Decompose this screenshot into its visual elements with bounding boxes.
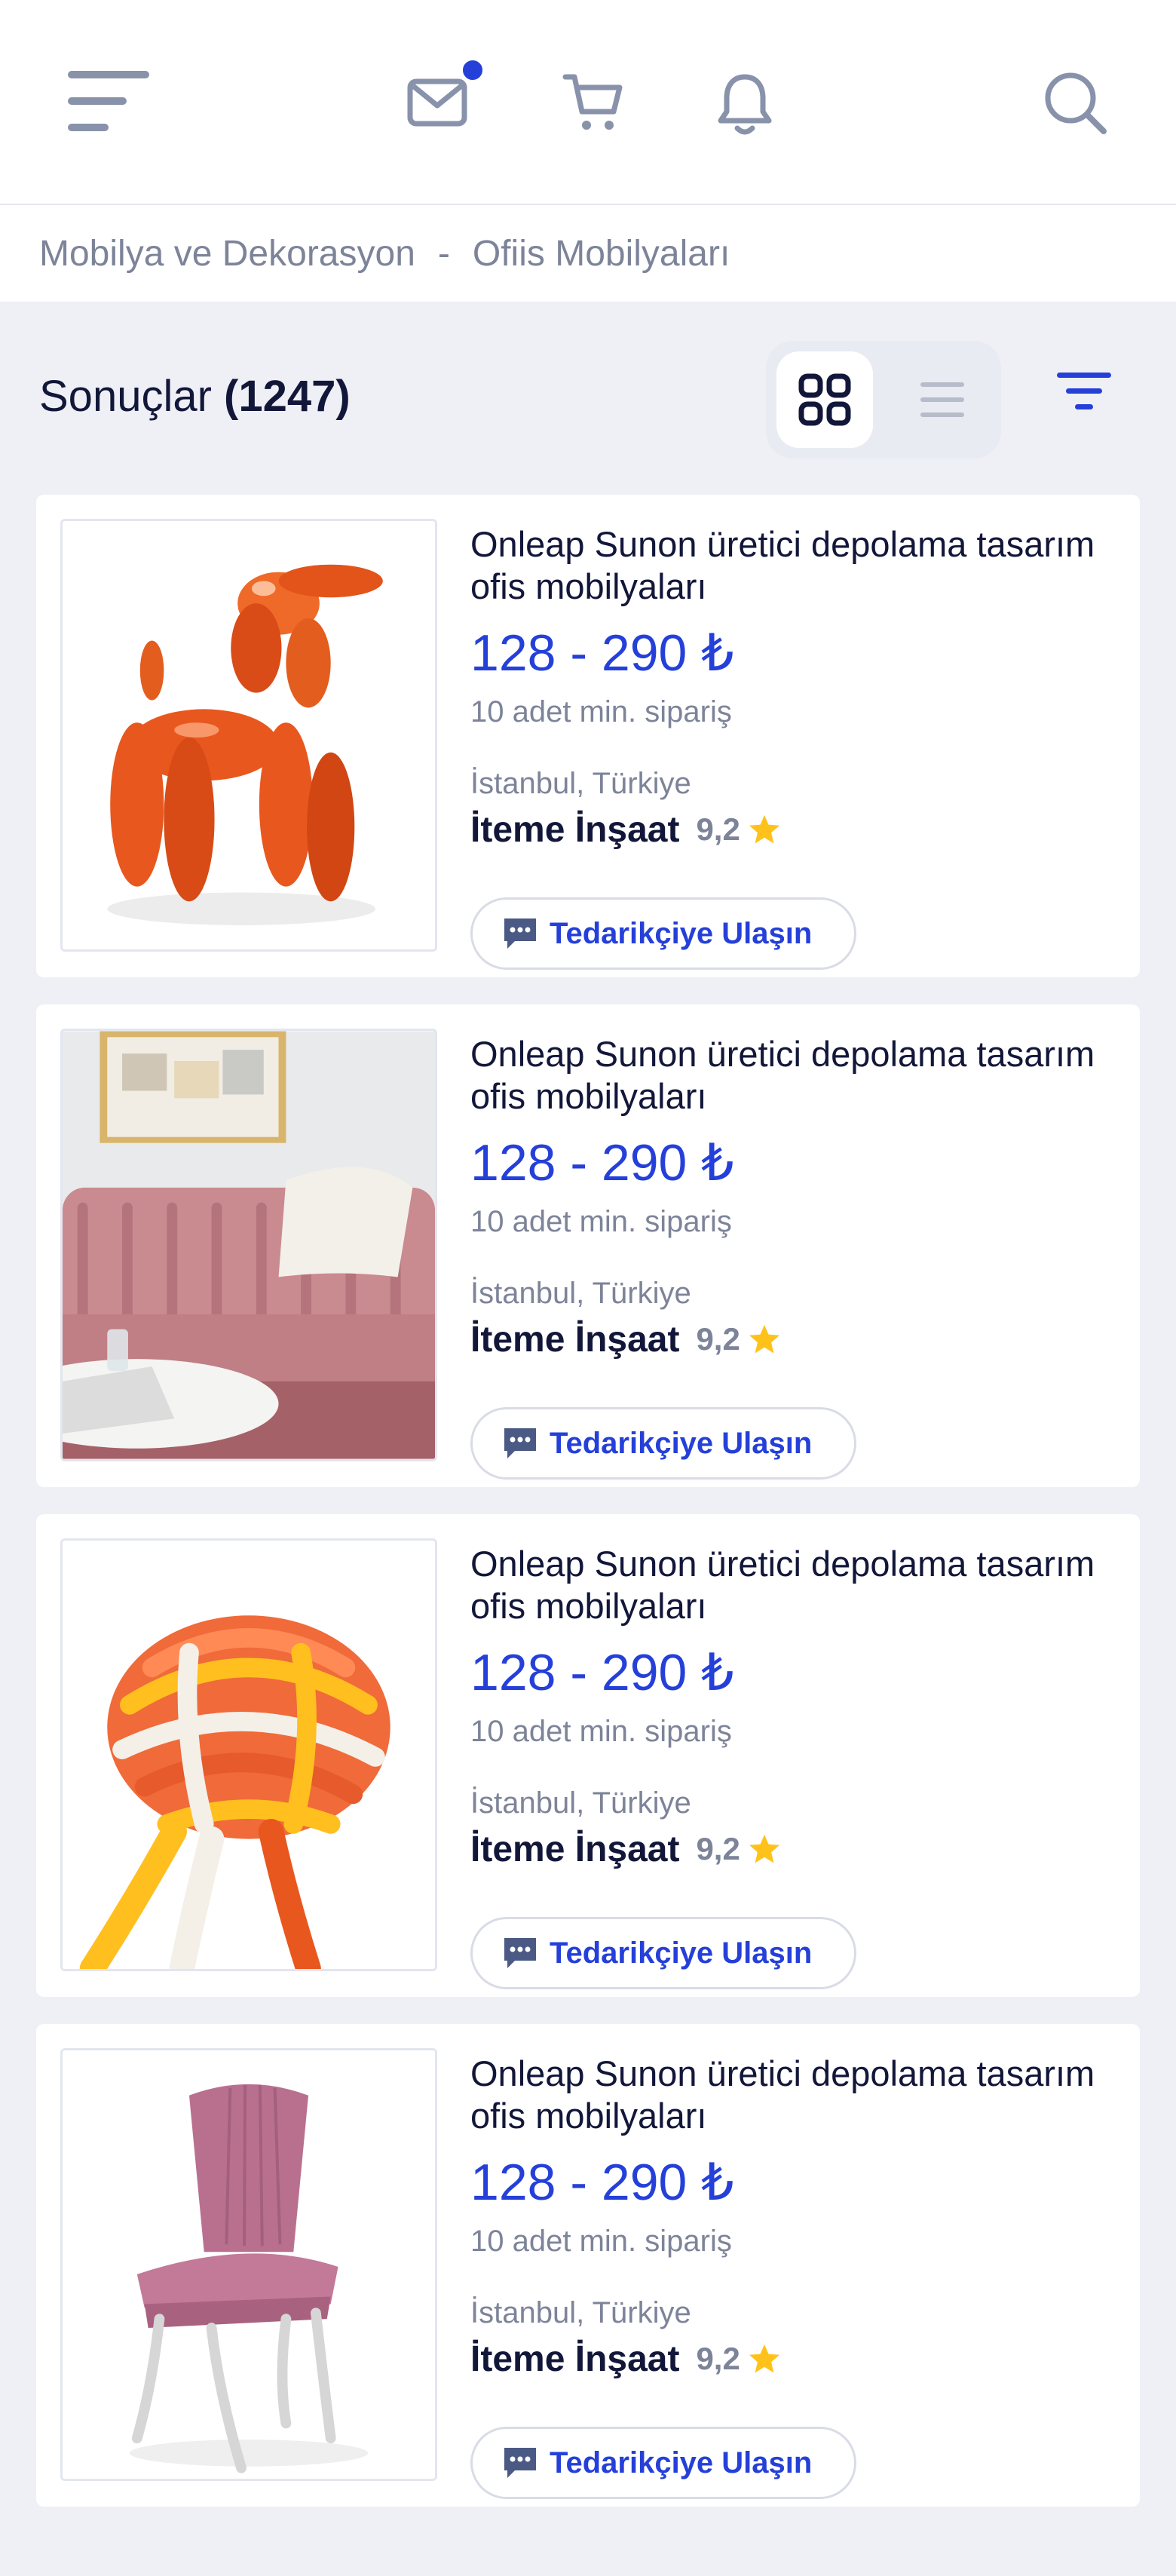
- list-icon: [920, 382, 964, 417]
- balloon-dog-image: [63, 521, 435, 949]
- grid-icon: [798, 373, 851, 426]
- star-icon: [749, 1324, 779, 1354]
- min-order: 10 adet min. sipariş: [470, 2225, 732, 2258]
- supplier-row: İteme İnşaat 9,2: [470, 807, 1119, 852]
- breadcrumb-separator: -: [437, 233, 450, 274]
- contact-supplier-button[interactable]: Tedarikçiye Ulaşın: [470, 1917, 856, 1989]
- rope-toy-image: [63, 1541, 435, 1969]
- chat-icon: [504, 2448, 536, 2478]
- view-toggle: [766, 341, 1001, 458]
- product-card[interactable]: Onleap Sunon üretici depolama tasarım of…: [36, 1004, 1140, 1487]
- supplier-rating: 9,2: [696, 811, 740, 847]
- menu-icon[interactable]: [66, 69, 151, 133]
- supplier-row: İteme İnşaat 9,2: [470, 2336, 1119, 2381]
- product-price: 128 - 290 ₺: [470, 624, 734, 682]
- breadcrumb-item[interactable]: Ofiis Mobilyaları: [473, 233, 730, 274]
- breadcrumb: Mobilya ve Dekorasyon - Ofiis Mobilyalar…: [0, 205, 1176, 302]
- supplier-rating: 9,2: [696, 1321, 740, 1357]
- location: İstanbul, Türkiye: [470, 1277, 691, 1310]
- product-title[interactable]: Onleap Sunon üretici depolama tasarım of…: [470, 2053, 1119, 2137]
- product-info: Onleap Sunon üretici depolama tasarım of…: [470, 2053, 1119, 2499]
- star-icon: [749, 2344, 779, 2373]
- top-header: [0, 0, 1176, 205]
- pink-chair-image: [63, 2050, 435, 2479]
- chat-icon: [504, 918, 536, 949]
- supplier-name[interactable]: İteme İnşaat: [470, 2338, 679, 2380]
- min-order: 10 adet min. sipariş: [470, 1205, 732, 1238]
- contact-supplier-button[interactable]: Tedarikçiye Ulaşın: [470, 2427, 856, 2499]
- supplier-rating: 9,2: [696, 1831, 740, 1866]
- supplier-name[interactable]: İteme İnşaat: [470, 809, 679, 851]
- chat-icon: [504, 1938, 536, 1968]
- contact-supplier-label: Tedarikçiye Ulaşın: [550, 1426, 813, 1460]
- min-order: 10 adet min. sipariş: [470, 695, 732, 728]
- results-bar: Sonuçlar (1247): [0, 302, 1176, 490]
- contact-supplier-button[interactable]: Tedarikçiye Ulaşın: [470, 897, 856, 970]
- supplier-row: İteme İnşaat 9,2: [470, 1317, 1119, 1362]
- product-price: 128 - 290 ₺: [470, 1644, 734, 1701]
- supplier-name[interactable]: İteme İnşaat: [470, 1829, 679, 1870]
- contact-supplier-button[interactable]: Tedarikçiye Ulaşın: [470, 1407, 856, 1480]
- search-icon[interactable]: [1043, 71, 1108, 136]
- star-icon: [749, 814, 779, 844]
- contact-supplier-label: Tedarikçiye Ulaşın: [550, 916, 813, 950]
- supplier-rating: 9,2: [696, 2341, 740, 2376]
- contact-supplier-label: Tedarikçiye Ulaşın: [550, 2446, 813, 2479]
- product-info: Onleap Sunon üretici depolama tasarım of…: [470, 1543, 1119, 1989]
- min-order: 10 adet min. sipariş: [470, 1715, 732, 1748]
- results-heading: Sonuçlar (1247): [39, 371, 351, 422]
- location: İstanbul, Türkiye: [470, 767, 691, 800]
- product-title[interactable]: Onleap Sunon üretici depolama tasarım of…: [470, 1543, 1119, 1627]
- product-card[interactable]: Onleap Sunon üretici depolama tasarım of…: [36, 2024, 1140, 2507]
- results-count: (1247): [224, 372, 351, 421]
- product-title[interactable]: Onleap Sunon üretici depolama tasarım of…: [470, 1033, 1119, 1118]
- star-icon: [749, 1834, 779, 1863]
- product-image[interactable]: [60, 519, 437, 952]
- filter-button[interactable]: [1054, 370, 1114, 419]
- product-info: Onleap Sunon üretici depolama tasarım of…: [470, 523, 1119, 970]
- product-price: 128 - 290 ₺: [470, 2154, 734, 2211]
- mail-icon[interactable]: [407, 78, 467, 127]
- product-image[interactable]: [60, 2048, 437, 2481]
- chat-icon: [504, 1428, 536, 1458]
- product-image[interactable]: [60, 1029, 437, 1461]
- product-card[interactable]: Onleap Sunon üretici depolama tasarım of…: [36, 1514, 1140, 1997]
- cart-icon[interactable]: [562, 72, 624, 133]
- bell-icon[interactable]: [718, 71, 772, 136]
- product-card[interactable]: Onleap Sunon üretici depolama tasarım of…: [36, 495, 1140, 977]
- grid-view-button[interactable]: [776, 351, 873, 448]
- supplier-name[interactable]: İteme İnşaat: [470, 1319, 679, 1360]
- product-price: 128 - 290 ₺: [470, 1134, 734, 1191]
- location: İstanbul, Türkiye: [470, 1786, 691, 1820]
- unread-badge: [460, 57, 485, 83]
- product-title[interactable]: Onleap Sunon üretici depolama tasarım of…: [470, 523, 1119, 608]
- location: İstanbul, Türkiye: [470, 2296, 691, 2329]
- product-image[interactable]: [60, 1538, 437, 1971]
- results-label: Sonuçlar: [39, 372, 212, 421]
- breadcrumb-item[interactable]: Mobilya ve Dekorasyon: [39, 233, 415, 274]
- supplier-row: İteme İnşaat 9,2: [470, 1826, 1119, 1872]
- filter-icon: [1057, 373, 1111, 409]
- product-info: Onleap Sunon üretici depolama tasarım of…: [470, 1033, 1119, 1480]
- contact-supplier-label: Tedarikçiye Ulaşın: [550, 1936, 813, 1970]
- pink-sofa-image: [63, 1031, 435, 1459]
- list-view-button[interactable]: [894, 351, 991, 448]
